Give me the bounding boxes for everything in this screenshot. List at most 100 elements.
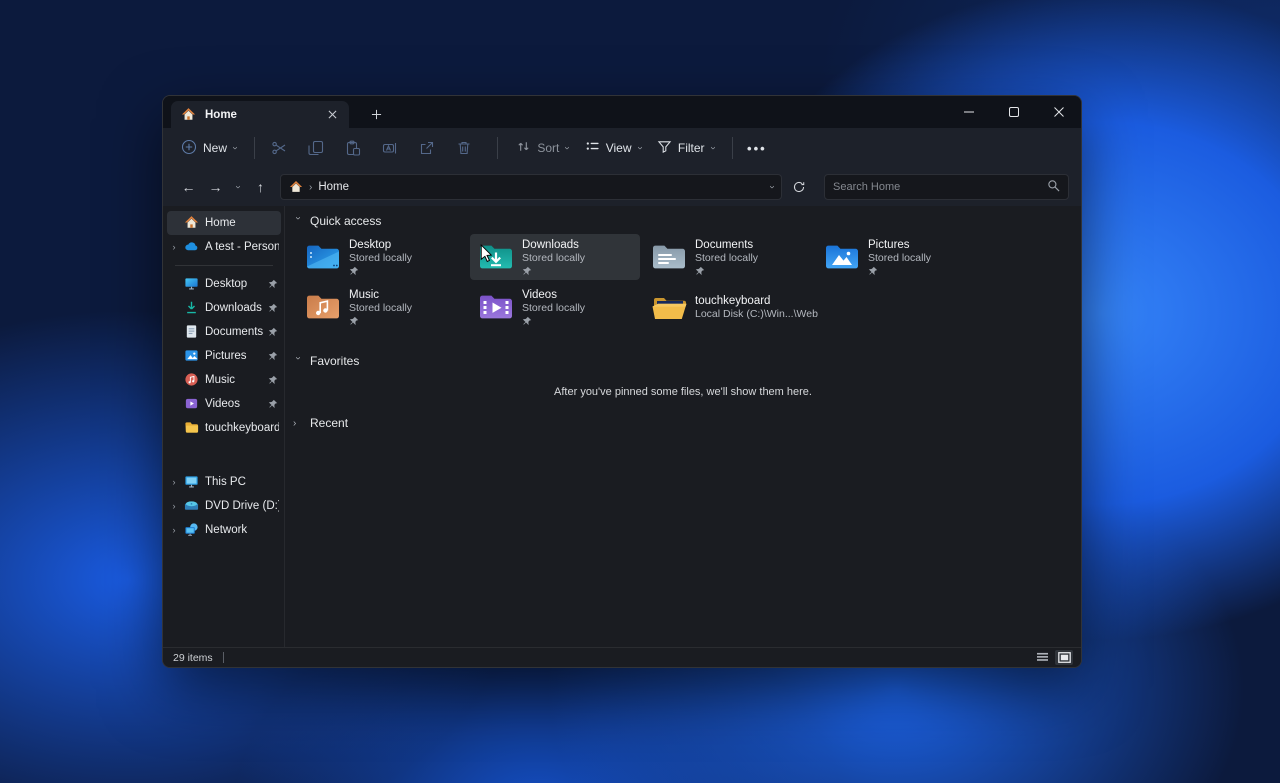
sidebar-item-onedrive[interactable]: › A test - Personal <box>167 235 281 259</box>
sidebar-item-pictures[interactable]: Pictures <box>167 344 281 368</box>
toolbar-divider <box>732 137 733 159</box>
expand-chevron-icon[interactable]: › <box>169 525 179 535</box>
section-chevron-icon[interactable]: › <box>293 418 303 429</box>
home-icon <box>181 107 197 123</box>
section-quick-access[interactable]: › Quick access <box>293 210 1081 232</box>
videos-icon <box>184 396 200 412</box>
section-quick-access-label: Quick access <box>310 214 381 228</box>
sidebar-item-music[interactable]: Music <box>167 368 281 392</box>
search-box[interactable] <box>824 174 1069 200</box>
new-button-label: New <box>203 141 227 155</box>
address-dropdown-chevron-icon[interactable]: › <box>766 185 776 188</box>
details-view-icon[interactable] <box>1033 650 1051 665</box>
tile-documents[interactable]: Documents Stored locally <box>643 234 813 280</box>
section-recent[interactable]: › Recent <box>293 412 1081 434</box>
search-input[interactable] <box>833 181 1047 193</box>
up-icon[interactable]: ↑ <box>247 174 274 201</box>
tab-home[interactable]: Home <box>171 101 349 128</box>
tile-touchkeyboard[interactable]: touchkeyboard Local Disk (C:)\Win...\Web <box>643 284 813 330</box>
tile-text: Documents Stored locally <box>695 238 758 277</box>
pictures-folder-icon <box>824 242 860 272</box>
documents-folder-icon <box>651 242 687 272</box>
chevron-down-icon: › <box>707 146 717 149</box>
sidebar-item-downloads[interactable]: Downloads <box>167 296 281 320</box>
pin-icon <box>268 327 279 337</box>
open-folder-icon <box>651 292 687 322</box>
forward-icon[interactable]: → <box>202 174 229 201</box>
new-tab-button[interactable] <box>363 101 389 127</box>
pin-icon <box>695 266 758 277</box>
address-bar-row: ← → › ↑ › Home › <box>163 168 1081 206</box>
tile-text: Downloads Stored locally <box>522 238 585 277</box>
sidebar-item-home[interactable]: Home <box>167 211 281 235</box>
sidebar-item-videos[interactable]: Videos <box>167 392 281 416</box>
tile-videos[interactable]: Videos Stored locally <box>470 284 640 330</box>
section-favorites[interactable]: › Favorites <box>293 350 1081 372</box>
pin-icon <box>349 266 412 277</box>
section-chevron-icon[interactable]: › <box>293 356 304 366</box>
home-icon <box>289 180 303 194</box>
copy-button[interactable] <box>302 133 330 163</box>
delete-button[interactable] <box>450 133 478 163</box>
expand-chevron-icon[interactable]: › <box>169 477 179 487</box>
desktop-folder-icon <box>305 242 341 272</box>
pin-icon <box>268 351 279 361</box>
music-icon <box>184 372 200 388</box>
home-icon <box>184 215 200 231</box>
status-bar: 29 items <box>163 647 1081 667</box>
more-ellipsis-icon[interactable]: ••• <box>743 133 771 163</box>
view-button[interactable]: View › <box>577 133 649 163</box>
sort-button[interactable]: Sort › <box>508 133 576 163</box>
close-icon[interactable] <box>1036 96 1081 128</box>
breadcrumb-separator-icon: › <box>309 182 312 193</box>
tile-text: Pictures Stored locally <box>868 238 931 277</box>
tile-music[interactable]: Music Stored locally <box>297 284 467 330</box>
sidebar-item-this-pc[interactable]: › This PC <box>167 470 281 494</box>
pin-icon <box>349 316 412 327</box>
sidebar-item-touchkeyboard[interactable]: touchkeyboard <box>167 416 281 440</box>
filter-button[interactable]: Filter › <box>649 133 722 163</box>
maximize-icon[interactable] <box>991 96 1036 128</box>
section-chevron-icon[interactable]: › <box>293 216 304 226</box>
large-thumbnails-view-icon[interactable] <box>1055 650 1073 665</box>
command-toolbar: New › <box>163 128 1081 168</box>
navigation-pane: Home › A test - Personal Desktop <box>163 206 285 647</box>
sidebar-item-network[interactable]: › Network <box>167 518 281 542</box>
back-icon[interactable]: ← <box>175 174 202 201</box>
section-recent-label: Recent <box>310 416 348 430</box>
toolbar-divider <box>497 137 498 159</box>
sort-icon <box>516 139 531 157</box>
chevron-down-icon: › <box>230 146 240 149</box>
onedrive-icon <box>184 239 200 255</box>
tab-close-icon[interactable] <box>323 106 341 124</box>
sidebar-item-desktop[interactable]: Desktop <box>167 272 281 296</box>
minimize-icon[interactable] <box>946 96 991 128</box>
titlebar[interactable]: Home <box>163 96 1081 128</box>
tile-downloads[interactable]: Downloads Stored locally <box>470 234 640 280</box>
sidebar-item-dvd-drive[interactable]: › DVD Drive (D:) CCC <box>167 494 281 518</box>
new-button[interactable]: New › <box>173 133 244 163</box>
tile-pictures[interactable]: Pictures Stored locally <box>816 234 986 280</box>
refresh-icon[interactable] <box>786 174 812 200</box>
address-breadcrumb-bar[interactable]: › Home › <box>280 174 782 200</box>
videos-folder-icon <box>478 292 514 322</box>
rename-button[interactable] <box>376 133 404 163</box>
search-icon <box>1047 179 1060 195</box>
desktop-wallpaper: Home <box>0 0 1280 783</box>
sidebar-item-documents[interactable]: Documents <box>167 320 281 344</box>
window-body: Home › A test - Personal Desktop <box>163 206 1081 647</box>
tile-desktop[interactable]: Desktop Stored locally <box>297 234 467 280</box>
toolbar-divider <box>254 137 255 159</box>
expand-chevron-icon[interactable]: › <box>169 242 179 252</box>
dvd-drive-icon <box>184 498 200 514</box>
sidebar-separator <box>175 265 273 266</box>
share-button[interactable] <box>413 133 441 163</box>
expand-chevron-icon[interactable]: › <box>169 501 179 511</box>
paste-button[interactable] <box>339 133 367 163</box>
cut-button[interactable] <box>265 133 293 163</box>
tile-text: Desktop Stored locally <box>349 238 412 277</box>
recent-locations-chevron-icon[interactable]: › <box>229 174 247 201</box>
downloads-icon <box>184 300 200 316</box>
breadcrumb-home[interactable]: Home <box>318 181 349 193</box>
pin-icon <box>268 375 279 385</box>
